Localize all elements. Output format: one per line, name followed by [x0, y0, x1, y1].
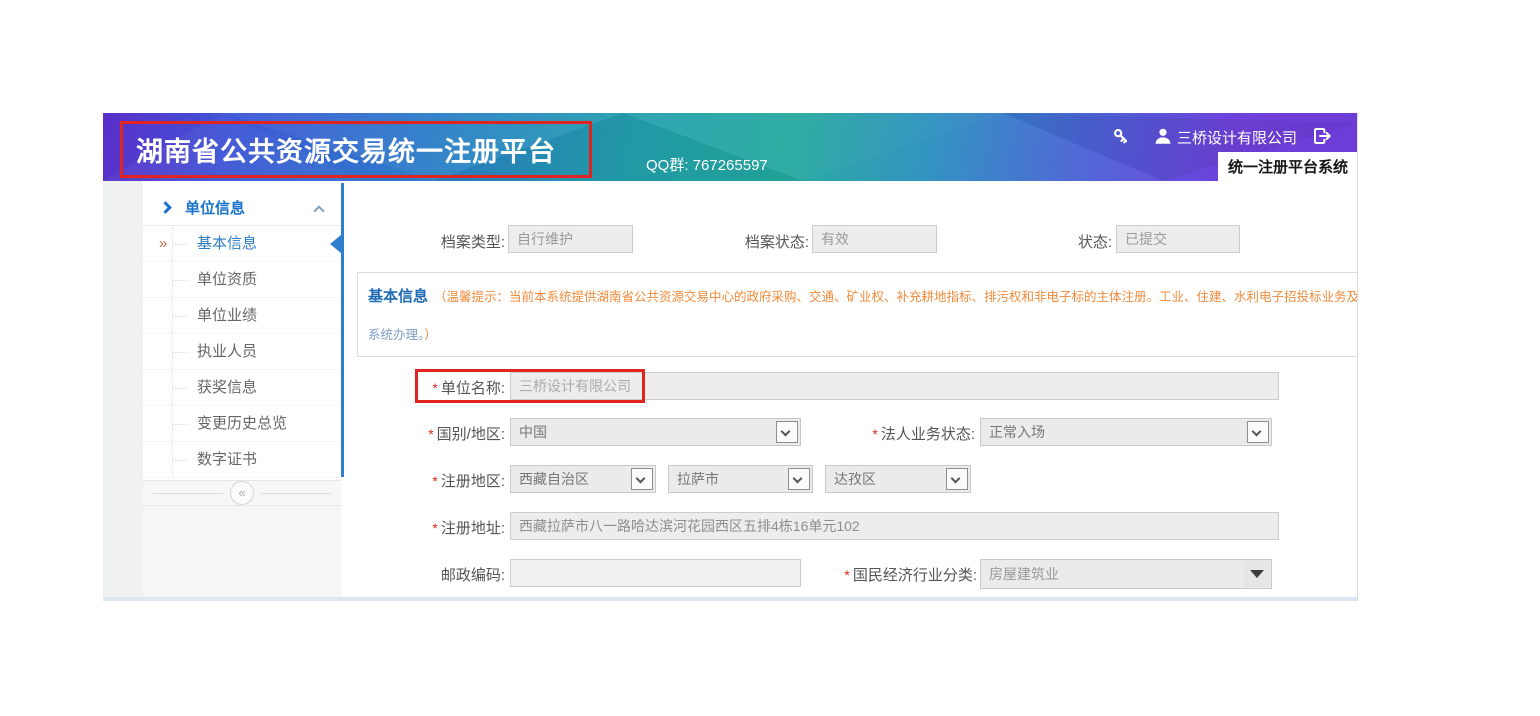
- logged-in-company[interactable]: 三桥设计有限公司: [1177, 127, 1297, 148]
- country-select[interactable]: 中国: [510, 418, 801, 446]
- province-select[interactable]: 西藏自治区: [510, 465, 656, 493]
- sidebar-bottom-filler: [143, 506, 341, 601]
- triangle-down-icon: [1250, 570, 1264, 578]
- chevron-down-icon: [636, 474, 646, 484]
- sidebar-item-practitioners[interactable]: 执业人员: [143, 334, 341, 370]
- section-title: 基本信息: [368, 288, 428, 305]
- industry-label: *国民经济行业分类:: [807, 564, 977, 585]
- sidebar-item-label: 获奖信息: [197, 379, 257, 396]
- sidebar-collapse-bar: «: [143, 480, 341, 506]
- sidebar-item-digital-certificate[interactable]: 数字证书: [143, 442, 341, 478]
- section-tip-line1: （温馨提示：当前本系统提供湖南省公共资源交易中心的政府采购、交通、矿业权、补充耕…: [434, 290, 1358, 304]
- sidebar-item-change-history[interactable]: 变更历史总览: [143, 406, 341, 442]
- sidebar-item-basic-info[interactable]: » 基本信息: [143, 226, 341, 262]
- collapse-sidebar-button[interactable]: «: [230, 481, 254, 505]
- required-mark: *: [432, 380, 437, 396]
- status-label: 状态:: [977, 231, 1112, 252]
- page: 湖南省公共资源交易统一注册平台 QQ群: 767265597 三桥设计有限公司: [0, 0, 1540, 716]
- active-marker-icon: »: [159, 226, 167, 262]
- reg-address-field[interactable]: 西藏拉萨市八一路哈达滨河花园西区五排4栋16单元102: [510, 512, 1279, 540]
- sidebar-item-awards[interactable]: 获奖信息: [143, 370, 341, 406]
- qq-group-label: QQ群: 767265597: [646, 154, 768, 175]
- city-select[interactable]: 拉萨市: [668, 465, 813, 493]
- header-banner: 湖南省公共资源交易统一注册平台 QQ群: 767265597 三桥设计有限公司: [103, 113, 1358, 181]
- industry-combobox[interactable]: 房屋建筑业: [980, 559, 1272, 589]
- main-content: 档案类型: 自行维护 档案状态: 有效 状态: 已提交 基本信息 （温馨提示：当前…: [344, 181, 1358, 601]
- unit-name-field[interactable]: 三桥设计有限公司: [510, 372, 1279, 400]
- chevron-down-icon: [793, 474, 803, 484]
- archive-status-label: 档案状态:: [637, 231, 809, 252]
- sidebar-group-unit-info[interactable]: 单位信息: [143, 190, 341, 226]
- archive-type-field[interactable]: 自行维护: [508, 225, 633, 253]
- active-triangle-icon: [330, 235, 341, 253]
- postal-code-label: 邮政编码:: [344, 564, 505, 585]
- unit-name-label: *单位名称:: [344, 377, 505, 398]
- user-icon: [1153, 126, 1173, 146]
- logout-icon[interactable]: [1312, 126, 1332, 146]
- chevron-down-icon: [1252, 427, 1262, 437]
- legal-status-select[interactable]: 正常入场: [980, 418, 1272, 446]
- app-window: 湖南省公共资源交易统一注册平台 QQ群: 767265597 三桥设计有限公司: [103, 113, 1358, 601]
- chevron-down-icon: [781, 427, 791, 437]
- district-select[interactable]: 达孜区: [825, 465, 971, 493]
- postal-code-field[interactable]: [510, 559, 801, 587]
- tab-unified-registration-system[interactable]: 统一注册平台系统: [1218, 152, 1358, 181]
- dropdown-button[interactable]: [1244, 561, 1270, 587]
- reg-address-label: *注册地址:: [344, 517, 505, 538]
- left-gutter: [103, 181, 143, 601]
- dropdown-box[interactable]: [631, 468, 653, 490]
- chevron-down-icon: [951, 474, 961, 484]
- dropdown-box[interactable]: [776, 421, 798, 443]
- legal-status-label: *法人业务状态:: [815, 423, 975, 444]
- reg-region-label: *注册地区:: [344, 470, 505, 491]
- sidebar-item-label: 单位资质: [197, 271, 257, 288]
- sidebar-item-label: 基本信息: [197, 235, 257, 252]
- status-field[interactable]: 已提交: [1116, 225, 1240, 253]
- sidebar-item-label: 数字证书: [197, 451, 257, 468]
- basic-info-section-header: 基本信息 （温馨提示：当前本系统提供湖南省公共资源交易中心的政府采购、交通、矿业权…: [357, 272, 1358, 357]
- country-label: *国别/地区:: [344, 423, 505, 444]
- archive-status-field[interactable]: 有效: [812, 225, 937, 253]
- sidebar-group-label: 单位信息: [185, 197, 245, 218]
- dropdown-box[interactable]: [1247, 421, 1269, 443]
- sidebar-item-label: 变更历史总览: [197, 415, 287, 432]
- dropdown-box[interactable]: [946, 468, 968, 490]
- sidebar-item-unit-qualification[interactable]: 单位资质: [143, 262, 341, 298]
- dropdown-box[interactable]: [788, 468, 810, 490]
- title-annotation-box: 湖南省公共资源交易统一注册平台: [120, 121, 592, 178]
- page-title: 湖南省公共资源交易统一注册平台: [123, 130, 556, 169]
- sidebar-item-label: 单位业绩: [197, 307, 257, 324]
- key-icon[interactable]: [1111, 126, 1131, 146]
- section-tip-line2: 系统办理。）: [368, 324, 1358, 344]
- chevron-right-icon: [159, 201, 172, 214]
- archive-type-label: 档案类型:: [345, 231, 505, 252]
- chevron-up-icon[interactable]: [313, 205, 324, 216]
- sidebar-item-unit-performance[interactable]: 单位业绩: [143, 298, 341, 334]
- sidebar-item-label: 执业人员: [197, 343, 257, 360]
- bottom-border-band: [103, 597, 1358, 601]
